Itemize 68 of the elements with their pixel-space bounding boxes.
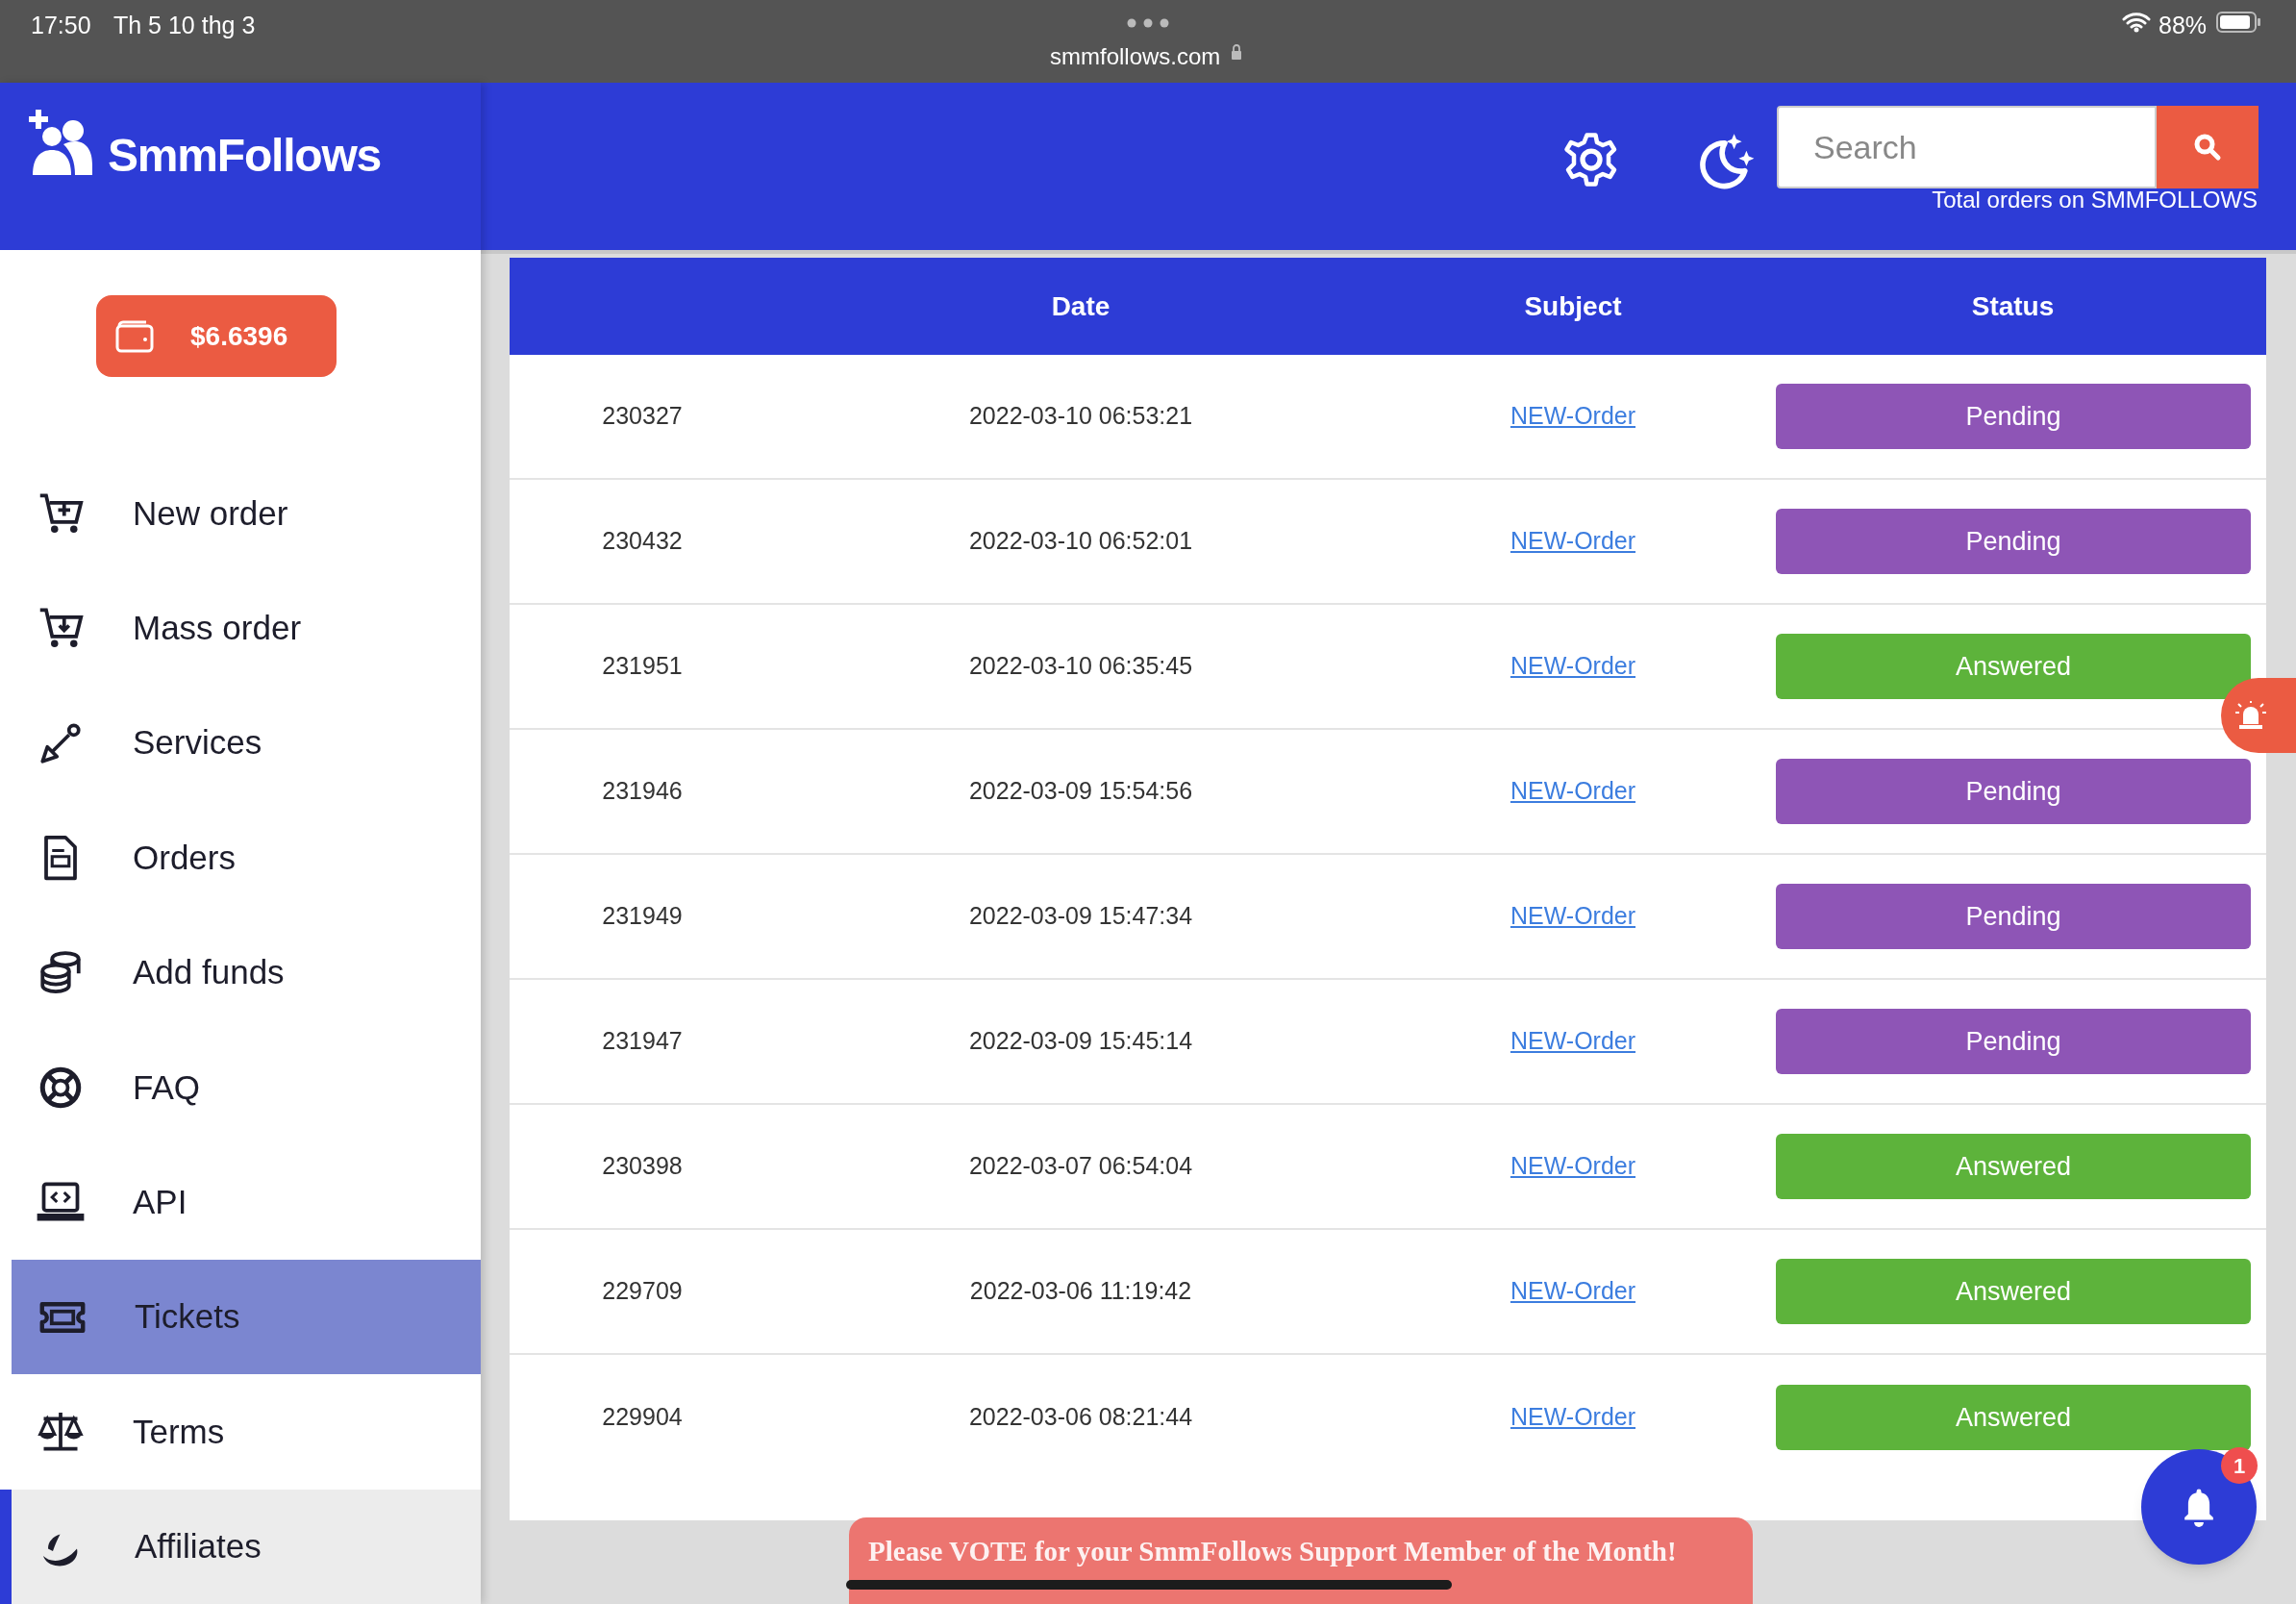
battery-icon <box>2216 12 2260 33</box>
more-dots-icon <box>1127 18 1169 28</box>
lock-icon <box>1231 44 1242 60</box>
table-cell-text: 229709 <box>602 1276 683 1307</box>
table-cell-text: 2022-03-06 08:21:44 <box>968 1402 1193 1433</box>
subject-link[interactable]: NEW-Order <box>1510 523 1636 560</box>
status-badge: Answered <box>1776 1385 2251 1450</box>
brand-name: SmmFollows <box>108 129 382 183</box>
subject-link[interactable]: NEW-Order <box>1510 648 1636 685</box>
date-text: Th 5 10 thg 3 <box>113 11 256 40</box>
status-badge: Answered <box>1776 634 2251 699</box>
siren-icon <box>2234 701 2267 730</box>
search-button[interactable] <box>2157 106 2259 188</box>
table-cell-text: 231949 <box>602 901 683 932</box>
vote-banner[interactable]: Please VOTE for your SmmFollows Support Member of the Month! <box>849 1517 1753 1604</box>
battery-percent: 88% <box>2159 11 2208 40</box>
column-header: Date <box>1051 289 1111 323</box>
table-cell-text: 231947 <box>602 1026 683 1057</box>
table-cell-text: 2022-03-10 06:53:21 <box>968 401 1193 432</box>
table-cell-text: 230432 <box>602 526 683 557</box>
sidebar-item[interactable]: Services <box>0 686 481 801</box>
status-badge: Answered <box>1776 1259 2251 1324</box>
status-badge: Pending <box>1776 1009 2251 1074</box>
column-header: Status <box>1971 289 2055 323</box>
status-badge: Answered <box>1776 1134 2251 1199</box>
table-cell-text: 230398 <box>602 1151 683 1182</box>
table-cell-text: 2022-03-09 15:47:34 <box>968 901 1193 932</box>
total-orders-text: Total orders on SMMFOLLOWS <box>1932 186 2258 214</box>
subject-link[interactable]: NEW-Order <box>1510 1148 1636 1185</box>
subject-link[interactable]: NEW-Order <box>1510 1023 1636 1060</box>
subject-link[interactable]: NEW-Order <box>1510 398 1636 435</box>
search-icon <box>2193 133 2222 162</box>
table-cell-text: 2022-03-10 06:35:45 <box>968 651 1193 682</box>
table-cell-text: 2022-03-06 11:19:42 <box>969 1276 1192 1307</box>
wallet-icon <box>115 319 154 353</box>
alarm-button[interactable] <box>2221 678 2296 753</box>
table-cell-text: 231946 <box>602 776 683 807</box>
status-badge: Pending <box>1776 509 2251 574</box>
sidebar-item[interactable]: Mass order <box>0 570 481 686</box>
status-badge: Pending <box>1776 884 2251 949</box>
sidebar-item[interactable]: Add funds <box>0 915 481 1031</box>
column-header: Subject <box>1524 289 1622 323</box>
sidebar-item[interactable]: API <box>0 1144 481 1260</box>
table-cell-text: 230327 <box>602 401 683 432</box>
sidebar-item[interactable]: Orders <box>0 800 481 915</box>
logo-icon <box>29 110 92 175</box>
table-cell-text: 229904 <box>602 1402 683 1433</box>
table-cell-text: 2022-03-07 06:54:04 <box>968 1151 1193 1182</box>
status-badge: Pending <box>1776 759 2251 824</box>
table-cell-text: 231951 <box>602 651 683 682</box>
subject-link[interactable]: NEW-Order <box>1510 1273 1636 1310</box>
sidebar-item[interactable]: Affiliates <box>0 1489 481 1604</box>
table-cell-text: 2022-03-09 15:54:56 <box>968 776 1193 807</box>
subject-link[interactable]: NEW-Order <box>1510 1399 1636 1436</box>
subject-link[interactable]: NEW-Order <box>1510 898 1636 935</box>
wifi-icon <box>2122 12 2151 33</box>
url-text[interactable]: smmfollows.com <box>1050 39 1221 74</box>
status-badge: Pending <box>1776 384 2251 449</box>
balance-button[interactable]: $6.6396 <box>96 295 337 378</box>
table-cell-text: 2022-03-10 06:52:01 <box>968 526 1193 557</box>
sidebar-item[interactable]: New order <box>0 456 481 571</box>
sidebar-item[interactable]: FAQ <box>0 1030 481 1145</box>
sidebar-item[interactable]: Terms <box>0 1374 481 1490</box>
table-cell-text: 2022-03-09 15:45:14 <box>968 1026 1193 1057</box>
sidebar-item[interactable]: Tickets <box>12 1259 481 1375</box>
subject-link[interactable]: NEW-Order <box>1510 773 1636 810</box>
clock-time: 17:50 <box>31 11 91 40</box>
search-field[interactable]: Search <box>1777 106 2157 188</box>
